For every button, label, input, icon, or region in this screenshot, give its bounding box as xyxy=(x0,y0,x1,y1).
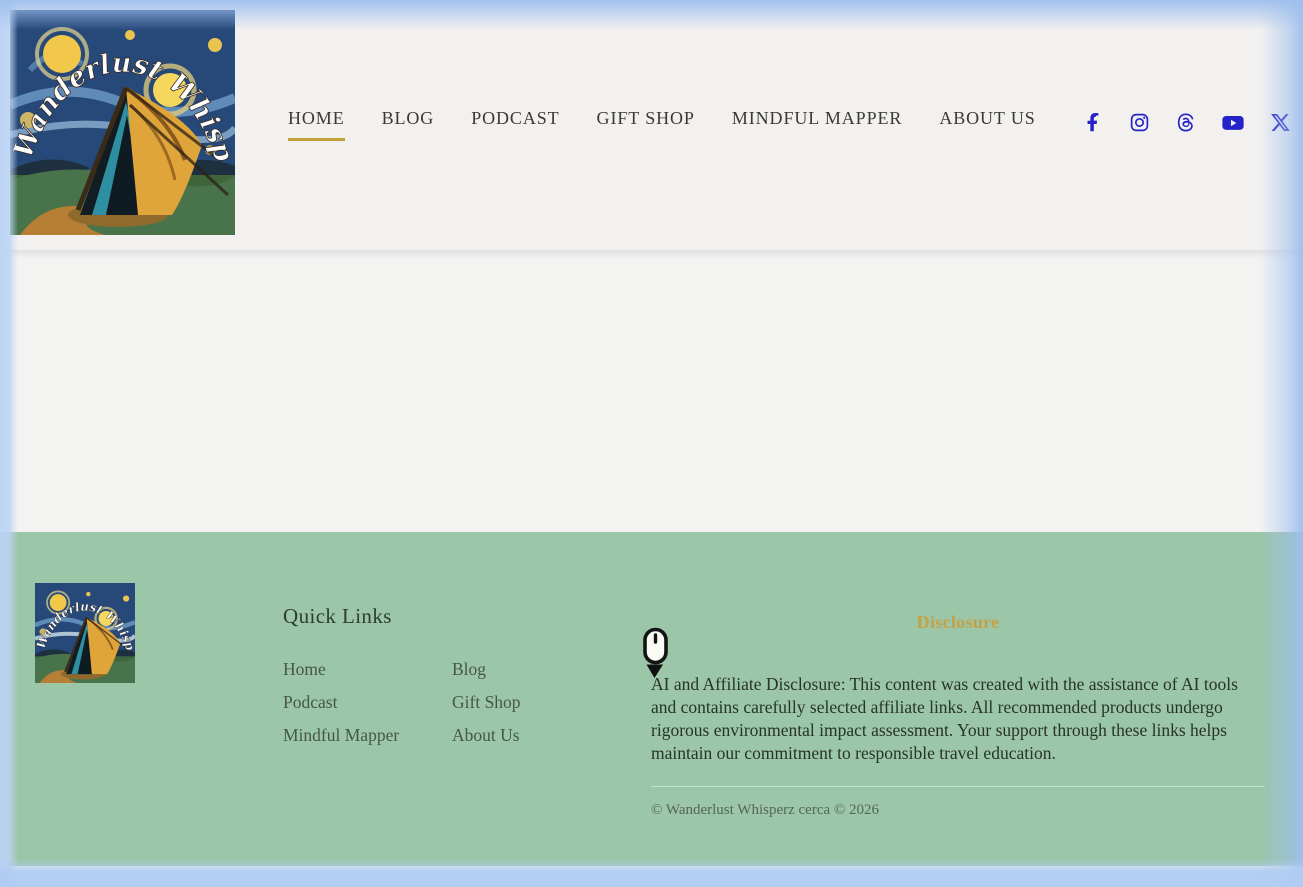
mouse-scroll-icon xyxy=(642,627,669,680)
nav-podcast[interactable]: PODCAST xyxy=(471,108,559,141)
nav-mindful-mapper[interactable]: MINDFUL MAPPER xyxy=(732,108,902,141)
nav-about-us[interactable]: ABOUT US xyxy=(939,108,1035,141)
instagram-icon[interactable] xyxy=(1129,112,1150,133)
quick-links-column-2: Blog Gift Shop About Us xyxy=(452,659,521,758)
quick-links-section: Quick Links Home Podcast Mindful Mapper … xyxy=(283,604,623,758)
footer-divider xyxy=(651,786,1265,787)
page: Wanderlust Whisperz HOME BLOG PODCAST GI… xyxy=(0,0,1303,887)
site-header: Wanderlust Whisperz HOME BLOG PODCAST GI… xyxy=(0,0,1303,250)
disclosure-text: AI and Affiliate Disclosure: This conten… xyxy=(651,673,1265,765)
footer-link-about-us[interactable]: About Us xyxy=(452,725,520,745)
site-footer: Wanderlust Whisperz Quick Links Home Pod… xyxy=(0,532,1303,866)
quick-links-title: Quick Links xyxy=(283,604,623,629)
x-icon[interactable] xyxy=(1270,112,1291,133)
nav-gift-shop[interactable]: GIFT SHOP xyxy=(597,108,695,141)
social-links xyxy=(1083,112,1291,133)
main-nav: HOME BLOG PODCAST GIFT SHOP MINDFUL MAPP… xyxy=(288,108,1036,141)
footer-logo[interactable]: Wanderlust Whisperz xyxy=(35,583,135,683)
nav-blog[interactable]: BLOG xyxy=(382,108,435,141)
youtube-icon[interactable] xyxy=(1221,112,1245,133)
footer-link-gift-shop[interactable]: Gift Shop xyxy=(452,692,521,712)
threads-icon[interactable] xyxy=(1175,112,1196,133)
site-logo[interactable]: Wanderlust Whisperz xyxy=(10,10,235,235)
footer-link-mindful-mapper[interactable]: Mindful Mapper xyxy=(283,725,399,745)
logo-artwork-tent-starry-night: Wanderlust Whisperz xyxy=(10,10,235,235)
quick-links-column-1: Home Podcast Mindful Mapper xyxy=(283,659,452,758)
disclosure-title: Disclosure xyxy=(651,612,1265,633)
main-content xyxy=(0,250,1303,532)
nav-home[interactable]: HOME xyxy=(288,108,345,141)
facebook-icon[interactable] xyxy=(1083,112,1104,133)
footer-link-blog[interactable]: Blog xyxy=(452,659,486,679)
footer-link-home[interactable]: Home xyxy=(283,659,326,679)
disclosure-section: Disclosure AI and Affiliate Disclosure: … xyxy=(651,612,1265,819)
logo-artwork-tent-starry-night-small: Wanderlust Whisperz xyxy=(35,583,135,683)
copyright-text: © Wanderlust Whisperz cerca © 2026 xyxy=(651,802,1265,819)
footer-link-podcast[interactable]: Podcast xyxy=(283,692,337,712)
